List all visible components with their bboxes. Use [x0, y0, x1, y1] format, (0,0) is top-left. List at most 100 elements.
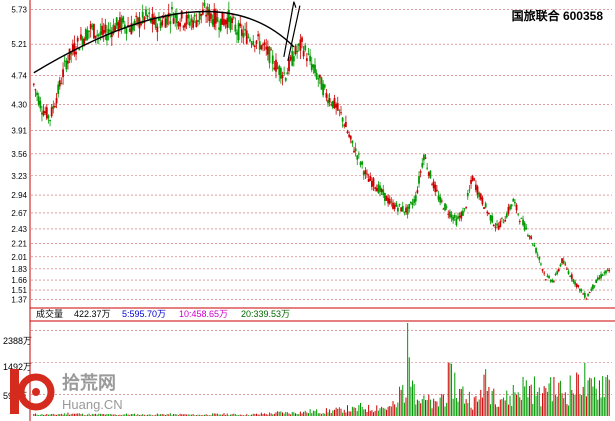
- candle-body-152: [279, 68, 282, 79]
- price-tick-label-8: 2.67: [11, 209, 27, 218]
- candle-body-314: [543, 272, 546, 274]
- candle-body-335: [577, 285, 580, 287]
- candle-body-44: [104, 24, 107, 33]
- candle-body-166: [302, 50, 305, 57]
- candle-body-186: [335, 104, 338, 108]
- candle-body-122: [231, 18, 234, 23]
- candle-body-161: [294, 45, 297, 55]
- candle-body-34: [88, 30, 90, 32]
- candle-body-92: [182, 26, 185, 28]
- price-tick-label-4: 3.91: [11, 127, 27, 136]
- candle-body-46: [107, 28, 110, 34]
- candle-body-16: [58, 80, 61, 87]
- candle-body-297: [515, 204, 518, 211]
- candle-body-340: [585, 298, 588, 300]
- candle-body-279: [486, 211, 489, 214]
- candle-body-280: [488, 212, 490, 214]
- candle-body-212: [377, 184, 380, 193]
- candle-body-53: [119, 17, 121, 29]
- stock-chart: 5.73 5.21 4.74 4.30 3.91 3.56 3.23 2.94 2.67 2.43…: [3, 0, 615, 421]
- candle-body-41: [99, 31, 102, 35]
- candle-body-336: [579, 288, 581, 292]
- candle-body-287: [499, 221, 502, 228]
- candle-body-89: [177, 22, 180, 27]
- candle-body-267: [466, 193, 469, 197]
- candle-body-346: [595, 279, 598, 284]
- candle-body-38: [94, 35, 97, 38]
- candle-body-219: [388, 198, 391, 204]
- candle-body-171: [310, 63, 313, 70]
- candle-body-225: [398, 203, 401, 205]
- candle-body-235: [414, 195, 417, 202]
- candle-body-8: [45, 107, 48, 119]
- candle-body-294: [510, 204, 513, 207]
- candle-body-324: [559, 264, 562, 267]
- price-tick-label-5: 3.56: [11, 150, 27, 159]
- candle-body-2: [36, 92, 38, 96]
- candle-body-27: [76, 37, 79, 42]
- candle-body-90: [179, 22, 181, 27]
- candle-body-248: [436, 189, 438, 192]
- candle-body-126: [237, 23, 240, 41]
- candle-body-203: [362, 171, 365, 176]
- candle-body-120: [227, 9, 230, 22]
- candle-body-88: [175, 14, 178, 24]
- candle-body-63: [135, 15, 138, 17]
- candle-body-33: [86, 30, 89, 40]
- price-tick-label-2: 4.74: [11, 71, 27, 80]
- candle-body-190: [341, 117, 344, 122]
- candle-body-226: [400, 207, 403, 212]
- candle-body-176: [318, 74, 321, 78]
- candle-body-184: [331, 100, 334, 108]
- candle-body-263: [460, 212, 463, 219]
- candle-body-158: [289, 56, 292, 61]
- candle-body-135: [252, 41, 255, 46]
- candle-body-341: [587, 294, 589, 296]
- candle-body-199: [356, 155, 359, 160]
- candle-body-254: [445, 206, 448, 208]
- candle-body-217: [385, 195, 388, 201]
- candle-body-329: [567, 271, 570, 274]
- candle-body-253: [444, 203, 446, 211]
- candle-body-236: [416, 190, 419, 193]
- candle-body-146: [270, 49, 273, 51]
- candle-body-227: [401, 206, 404, 212]
- candle-body-322: [556, 271, 559, 274]
- candle-body-78: [159, 22, 162, 29]
- candle-body-307: [531, 243, 534, 245]
- candle-body-91: [180, 10, 183, 19]
- candle-body-312: [540, 263, 542, 265]
- candle-body-313: [541, 269, 544, 271]
- candle-body-204: [364, 170, 367, 175]
- candle-body-103: [200, 13, 203, 16]
- candle-body-142: [263, 42, 266, 46]
- price-grid: [31, 9, 612, 300]
- candle-body-298: [517, 213, 520, 215]
- candle-body-167: [304, 45, 307, 51]
- volume-legend-ma5: 5:595.70万: [122, 309, 166, 319]
- candle-body-70: [146, 15, 149, 17]
- candle-body-101: [197, 19, 199, 23]
- candle-body-43: [102, 30, 105, 34]
- candle-body-271: [473, 178, 476, 180]
- price-tick-label-6: 3.23: [11, 172, 27, 181]
- candle-body-150: [276, 67, 279, 69]
- candle-body-99: [193, 14, 196, 17]
- candle-body-179: [323, 84, 326, 88]
- candle-body-269: [470, 179, 472, 184]
- candle-body-249: [437, 195, 440, 200]
- candle-body-229: [405, 207, 407, 213]
- candle-body-36: [91, 25, 94, 28]
- candle-body-293: [509, 205, 511, 210]
- candle-body-102: [198, 12, 201, 20]
- candle-body-94: [185, 15, 188, 25]
- candle-body-123: [232, 16, 235, 19]
- candle-body-148: [273, 67, 276, 70]
- candle-body-266: [465, 206, 468, 208]
- candle-body-327: [564, 264, 567, 266]
- candle-body-157: [288, 59, 290, 72]
- candle-body-121: [229, 16, 232, 30]
- candle-body-311: [538, 256, 541, 260]
- candle-body-264: [462, 210, 464, 216]
- candle-body-330: [569, 276, 572, 278]
